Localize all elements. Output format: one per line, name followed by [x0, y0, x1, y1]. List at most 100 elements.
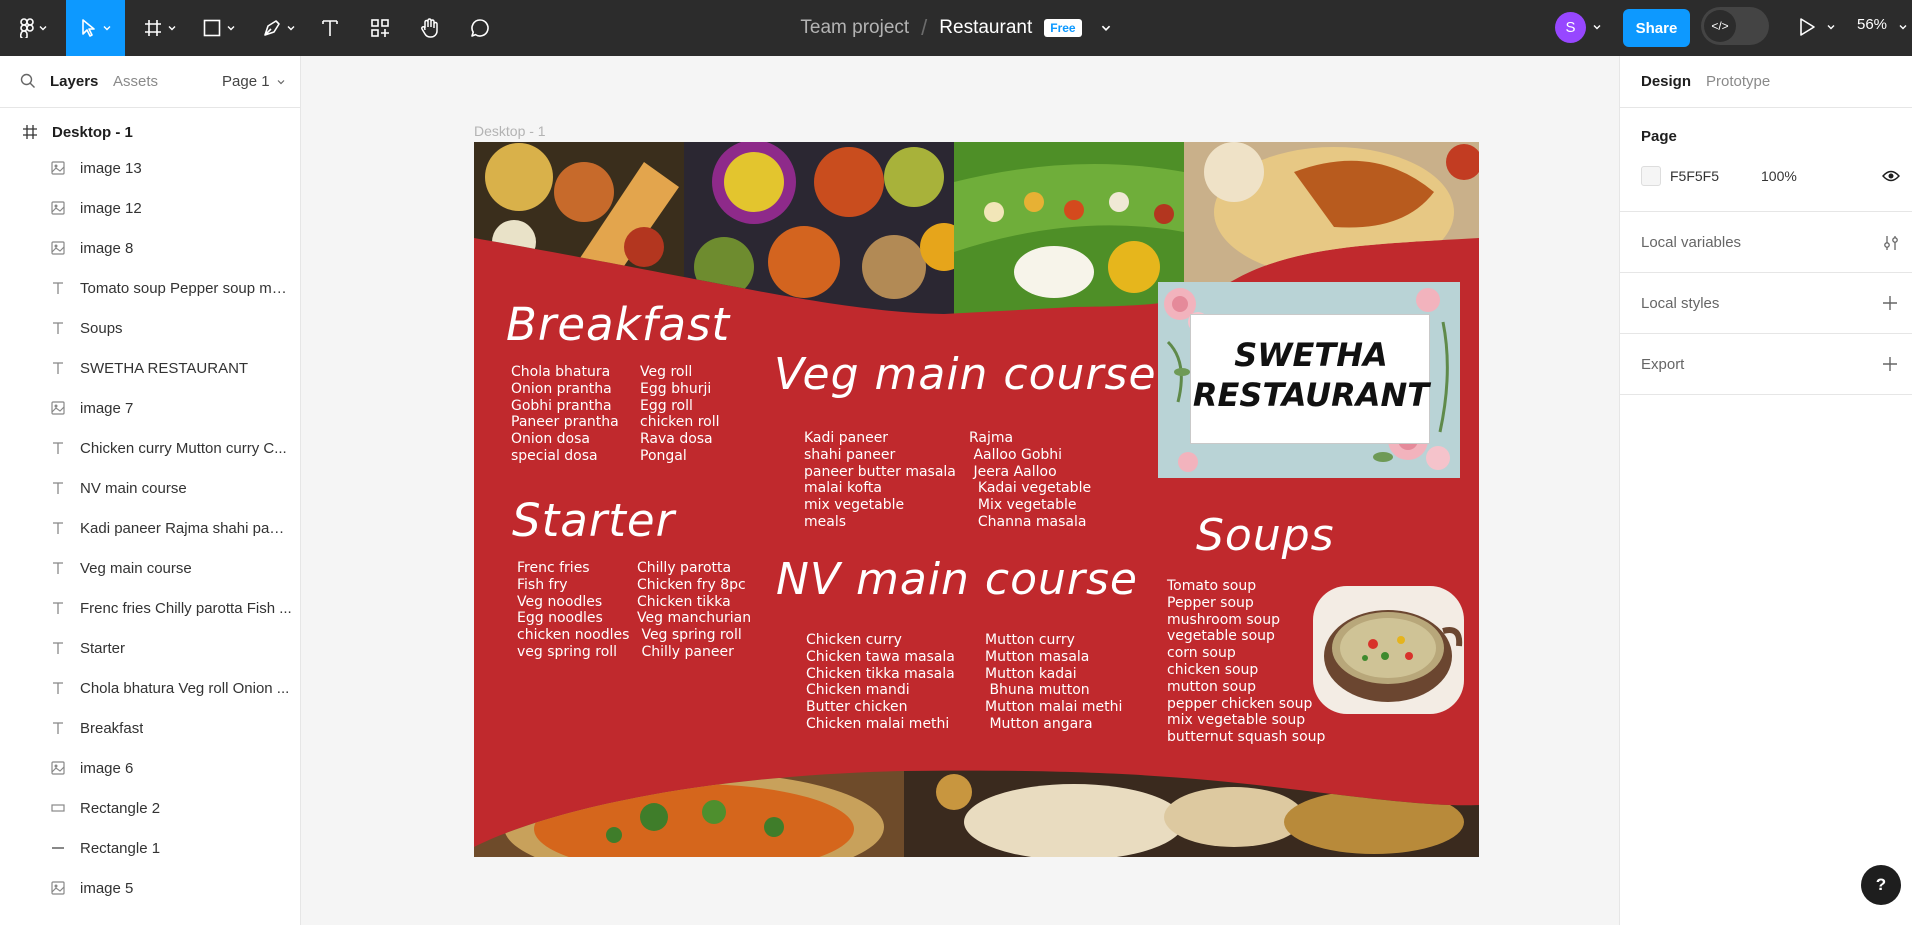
layer-root-frame[interactable]: Desktop - 1	[0, 116, 300, 148]
page-color-hex[interactable]: F5F5F5	[1670, 168, 1719, 184]
breakfast-list-2: Veg roll Egg bhurji Egg roll chicken roll Ra…	[640, 364, 720, 465]
zoom-level[interactable]: 56%	[1857, 16, 1887, 33]
text-layer-icon	[50, 320, 66, 336]
present-play-icon[interactable]	[1796, 16, 1818, 38]
chevron-down-icon	[168, 26, 176, 31]
nv-main-course-list-2: Mutton curry Mutton masala Mutton kadai Bh…	[985, 632, 1122, 733]
tab-prototype[interactable]: Prototype	[1706, 73, 1770, 90]
layer-row[interactable]: image 12	[0, 188, 300, 228]
layer-row[interactable]: SWETHA RESTAURANT	[0, 348, 300, 388]
menu-item: Pepper soup	[1167, 594, 1254, 611]
starter-list-1: Frenc fries Fish fry Veg noodles Egg noodle…	[517, 560, 629, 661]
file-name[interactable]: Restaurant	[939, 17, 1032, 39]
menu-item: Chilly paneer	[637, 643, 734, 660]
frame-tool-button[interactable]	[140, 0, 180, 56]
layer-row[interactable]: Rectangle 2	[0, 788, 300, 828]
share-button[interactable]: Share	[1623, 9, 1690, 47]
menu-item: Chicken curry	[806, 632, 902, 648]
starter-list-2: Chilly parotta Chicken fry 8pc Chicken tik…	[637, 560, 751, 661]
menu-item: mix vegetable soup	[1167, 712, 1306, 729]
menu-item: Rava dosa	[640, 431, 713, 448]
layer-row[interactable]: image 5	[0, 868, 300, 908]
image-layer-icon	[50, 880, 66, 896]
frame-label[interactable]: Desktop - 1	[474, 123, 546, 139]
page-selector[interactable]: Page 1	[222, 73, 286, 90]
chevron-down-icon	[277, 79, 284, 84]
layer-name: Starter	[80, 639, 126, 657]
tab-assets[interactable]: Assets	[113, 73, 158, 90]
sliders-icon[interactable]	[1882, 234, 1900, 252]
design-canvas[interactable]: Desktop - 1 Breakfast Chola bhatura Onio…	[301, 56, 1619, 925]
image-layer-icon	[50, 240, 66, 256]
main-menu-button[interactable]	[14, 0, 54, 56]
layer-row[interactable]: Soups	[0, 308, 300, 348]
layer-row[interactable]: Chicken curry Mutton curry C...	[0, 428, 300, 468]
hand-tool-button[interactable]	[417, 0, 443, 56]
menu-item: Gobhi prantha	[511, 397, 612, 414]
chevron-down-icon[interactable]	[1826, 22, 1836, 32]
plus-icon[interactable]	[1882, 356, 1898, 372]
image-layer-icon	[50, 760, 66, 776]
menu-item: veg spring roll	[517, 643, 618, 660]
local-variables-label: Local variables	[1641, 234, 1742, 251]
comment-bubble-icon	[469, 17, 491, 39]
plus-icon[interactable]	[1882, 295, 1898, 311]
image-layer-icon	[50, 200, 66, 216]
menu-item: Kadi paneer	[804, 430, 889, 446]
menu-item: Egg bhurji	[640, 380, 712, 397]
pen-tool-button[interactable]	[258, 0, 300, 56]
layer-row[interactable]: image 8	[0, 228, 300, 268]
layer-row[interactable]: Tomato soup Pepper soup mu...	[0, 268, 300, 308]
project-breadcrumb[interactable]: Team project	[800, 17, 909, 39]
chevron-down-icon[interactable]	[1592, 22, 1602, 32]
menu-frame[interactable]: Breakfast Chola bhatura Onion prantha Gobh…	[474, 142, 1479, 857]
tab-layers[interactable]: Layers	[50, 73, 98, 90]
layer-row[interactable]: image 7	[0, 388, 300, 428]
hash-frame-icon	[143, 18, 163, 38]
layer-row[interactable]: Frenc fries Chilly parotta Fish ...	[0, 588, 300, 628]
menu-item: Rajma	[969, 430, 1014, 446]
layer-row[interactable]: image 13	[0, 148, 300, 188]
comment-tool-button[interactable]	[467, 0, 493, 56]
text-tool-button[interactable]	[318, 0, 342, 56]
layer-row[interactable]: NV main course	[0, 468, 300, 508]
file-menu-chevron-icon[interactable]	[1100, 22, 1112, 34]
layer-row[interactable]: Veg main course	[0, 548, 300, 588]
page-opacity[interactable]: 100%	[1761, 168, 1797, 184]
tab-design[interactable]: Design	[1641, 73, 1691, 90]
veg-main-course-title: Veg main course	[774, 349, 1157, 400]
layer-row[interactable]: Chola bhatura Veg roll Onion ...	[0, 668, 300, 708]
menu-item: chicken roll	[640, 414, 720, 431]
menu-item: Chicken tawa masala	[806, 648, 955, 665]
text-t-icon	[320, 18, 340, 38]
dev-mode-toggle[interactable]: </>	[1701, 7, 1769, 45]
export-section[interactable]: Export	[1620, 334, 1912, 395]
local-styles-section[interactable]: Local styles	[1620, 273, 1912, 334]
menu-item: malai kofta	[804, 480, 882, 497]
move-tool-button[interactable]	[66, 0, 125, 56]
eye-icon[interactable]	[1882, 169, 1900, 183]
menu-item: Mutton angara	[985, 715, 1093, 732]
chevron-down-icon	[103, 26, 110, 31]
help-button[interactable]: ?	[1861, 865, 1901, 905]
menu-item: Chicken tikka	[637, 593, 731, 610]
layer-row[interactable]: Rectangle 1	[0, 828, 300, 868]
search-icon[interactable]	[20, 73, 36, 89]
menu-item: Mix vegetable	[969, 497, 1077, 514]
page-color-swatch[interactable]	[1641, 166, 1661, 186]
menu-item: Onion prantha	[511, 380, 612, 397]
chevron-down-icon	[227, 26, 235, 31]
text-layer-icon	[50, 520, 66, 536]
local-variables-section[interactable]: Local variables	[1620, 212, 1912, 273]
layer-row[interactable]: Kadi paneer Rajma shahi pane...	[0, 508, 300, 548]
menu-item: Aalloo Gobhi	[969, 446, 1063, 463]
resources-tool-button[interactable]	[368, 0, 392, 56]
text-layer-icon	[50, 440, 66, 456]
shape-tool-button[interactable]	[198, 0, 240, 56]
user-avatar[interactable]: S	[1555, 12, 1586, 43]
layer-row[interactable]: Starter	[0, 628, 300, 668]
rectangle-icon	[202, 18, 222, 38]
chevron-down-icon[interactable]	[1898, 22, 1908, 32]
layer-row[interactable]: Breakfast	[0, 708, 300, 748]
layer-row[interactable]: image 6	[0, 748, 300, 788]
